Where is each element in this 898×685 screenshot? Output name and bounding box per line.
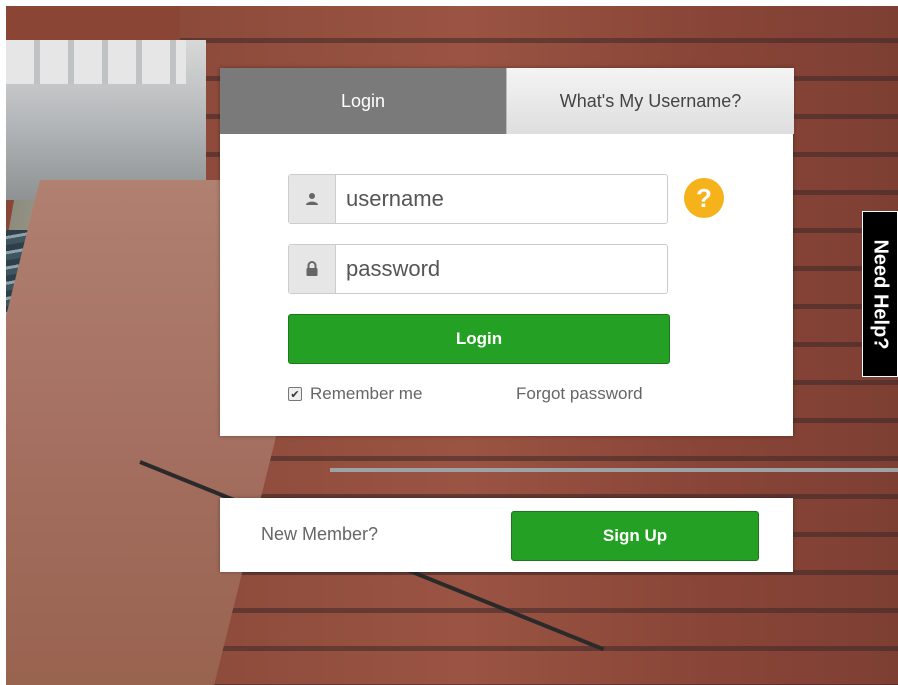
login-button[interactable]: Login — [288, 314, 670, 364]
signup-card: New Member? Sign Up — [220, 498, 793, 572]
lock-icon — [289, 245, 336, 293]
bridge-railing — [6, 40, 186, 84]
password-input[interactable] — [336, 245, 667, 293]
forgot-password-link[interactable]: Forgot password — [516, 384, 643, 404]
tab-login[interactable]: Login — [220, 68, 506, 134]
sign-up-button[interactable]: Sign Up — [511, 511, 759, 561]
login-card: Login What's My Username? ? Login ✔ Reme… — [220, 68, 794, 436]
new-member-label: New Member? — [261, 524, 379, 544]
remember-me-checkbox[interactable]: ✔ — [288, 387, 302, 401]
password-field — [288, 244, 668, 294]
login-tabs: Login What's My Username? — [220, 68, 794, 134]
username-input[interactable] — [336, 175, 667, 223]
help-icon[interactable]: ? — [684, 178, 724, 218]
frame-edge-top — [0, 0, 898, 6]
remember-me[interactable]: ✔ Remember me — [288, 384, 422, 404]
frame-edge-left — [0, 0, 6, 685]
need-help-label: Need Help? — [869, 238, 892, 350]
tab-whats-my-username[interactable]: What's My Username? — [506, 68, 794, 134]
need-help-tab[interactable]: Need Help? — [862, 211, 898, 377]
username-field — [288, 174, 668, 224]
railing-far — [330, 468, 898, 472]
user-icon — [289, 175, 336, 223]
remember-me-label: Remember me — [310, 384, 423, 403]
